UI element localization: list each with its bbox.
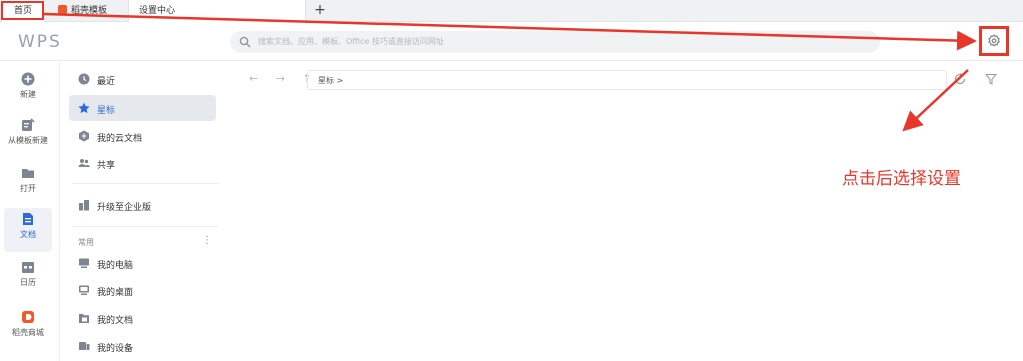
nav-item-upgrade-label: 升级至企业版 xyxy=(97,203,152,213)
nav-location-device-label: 我的设备 xyxy=(97,344,134,354)
path-breadcrumb[interactable]: 星标 > xyxy=(307,70,947,90)
rail-from-template-label: 从模板新建 xyxy=(8,136,48,145)
nav-location-computer[interactable]: 我的电脑 xyxy=(69,250,216,276)
left-rail: 新建 从模板新建 打开 文档 日历 稻壳商城 xyxy=(0,62,60,361)
nav-item-starred-label: 星标 xyxy=(97,106,116,116)
annotation-note: 点击后选择设置 xyxy=(842,169,961,189)
search-bar[interactable]: 搜索文档、应用、模板、Office 技巧或直接访问网址 xyxy=(230,31,880,53)
rail-daoke-store[interactable]: 稻壳商城 xyxy=(4,306,52,350)
wps-logo: WPS xyxy=(18,32,62,51)
desktop-icon xyxy=(79,285,89,295)
wps-logo-text: WPS xyxy=(18,32,62,51)
device-icon xyxy=(79,342,90,350)
file-browser: ← → ↑ 星标 > xyxy=(231,62,1023,361)
nav-sidebar: 最近 星标 我的云文档 共享 升级至企业版 常用 ⋮ 我的电脑 我的桌面 我的文… xyxy=(62,62,230,361)
refresh-icon[interactable] xyxy=(953,72,967,86)
nav-item-cloud-docs-label: 我的云文档 xyxy=(97,134,143,144)
daoke-store-icon xyxy=(22,311,34,323)
settings-button[interactable] xyxy=(979,26,1009,56)
rail-documents-label: 文档 xyxy=(20,230,36,239)
nav-item-starred[interactable]: 星标 xyxy=(69,95,216,121)
cloud-doc-icon xyxy=(79,130,89,142)
search-placeholder: 搜索文档、应用、模板、Office 技巧或直接访问网址 xyxy=(258,37,444,46)
nav-item-shared[interactable]: 共享 xyxy=(69,150,216,176)
nav-location-documents-label: 我的文档 xyxy=(97,316,134,326)
tab-settings-label: 设置中心 xyxy=(139,6,176,16)
nav-item-upgrade[interactable]: 升级至企业版 xyxy=(69,192,216,218)
calendar-icon xyxy=(22,262,34,273)
tab-settings-center[interactable]: 设置中心 xyxy=(128,0,306,22)
rail-from-template[interactable]: 从模板新建 xyxy=(4,114,52,158)
rail-new[interactable]: 新建 xyxy=(4,68,52,112)
daoke-logo-icon xyxy=(58,5,67,14)
nav-location-documents[interactable]: 我的文档 xyxy=(69,305,216,331)
more-options-icon[interactable]: ⋮ xyxy=(202,235,212,246)
tab-daoke-template[interactable]: 稻壳模板 xyxy=(50,0,128,22)
nav-item-recent-label: 最近 xyxy=(97,77,116,87)
app-header: WPS 搜索文档、应用、模板、Office 技巧或直接访问网址 xyxy=(0,22,1023,61)
nav-divider xyxy=(72,183,218,184)
template-icon xyxy=(22,118,35,131)
documents-folder-icon xyxy=(79,314,89,323)
nav-item-shared-label: 共享 xyxy=(97,161,116,171)
document-icon xyxy=(23,213,33,225)
nav-location-desktop[interactable]: 我的桌面 xyxy=(69,277,216,303)
rail-new-label: 新建 xyxy=(20,90,36,99)
share-users-icon xyxy=(78,159,90,167)
folder-icon xyxy=(22,169,34,178)
nav-location-device[interactable]: 我的设备 xyxy=(69,333,216,359)
rail-calendar-label: 日历 xyxy=(20,278,36,287)
filter-icon[interactable] xyxy=(985,73,997,85)
rail-daoke-store-label: 稻壳商城 xyxy=(12,328,44,337)
tab-daoke-label: 稻壳模板 xyxy=(71,6,108,16)
nav-item-cloud-docs[interactable]: 我的云文档 xyxy=(69,123,216,149)
computer-icon xyxy=(79,258,89,268)
clock-icon xyxy=(78,73,90,85)
nav-group-label: 常用 xyxy=(78,238,94,247)
rail-calendar[interactable]: 日历 xyxy=(4,256,52,300)
search-icon xyxy=(239,36,251,48)
plus-circle-icon xyxy=(21,72,35,86)
tab-bar: 首页 稻壳模板 设置中心 + xyxy=(0,0,1023,22)
nav-location-desktop-label: 我的桌面 xyxy=(97,288,134,298)
rail-open-label: 打开 xyxy=(20,184,36,193)
home-tab-highlight xyxy=(1,1,44,20)
nav-item-recent[interactable]: 最近 xyxy=(69,66,216,92)
enterprise-icon xyxy=(79,200,89,211)
nav-location-computer-label: 我的电脑 xyxy=(97,261,134,271)
nav-divider xyxy=(72,226,218,227)
new-tab-button[interactable]: + xyxy=(312,0,328,22)
rail-documents[interactable]: 文档 xyxy=(4,208,52,252)
gear-icon xyxy=(988,34,1001,47)
rail-open[interactable]: 打开 xyxy=(4,162,52,206)
star-icon xyxy=(78,102,90,114)
path-breadcrumb-text: 星标 > xyxy=(318,76,344,85)
